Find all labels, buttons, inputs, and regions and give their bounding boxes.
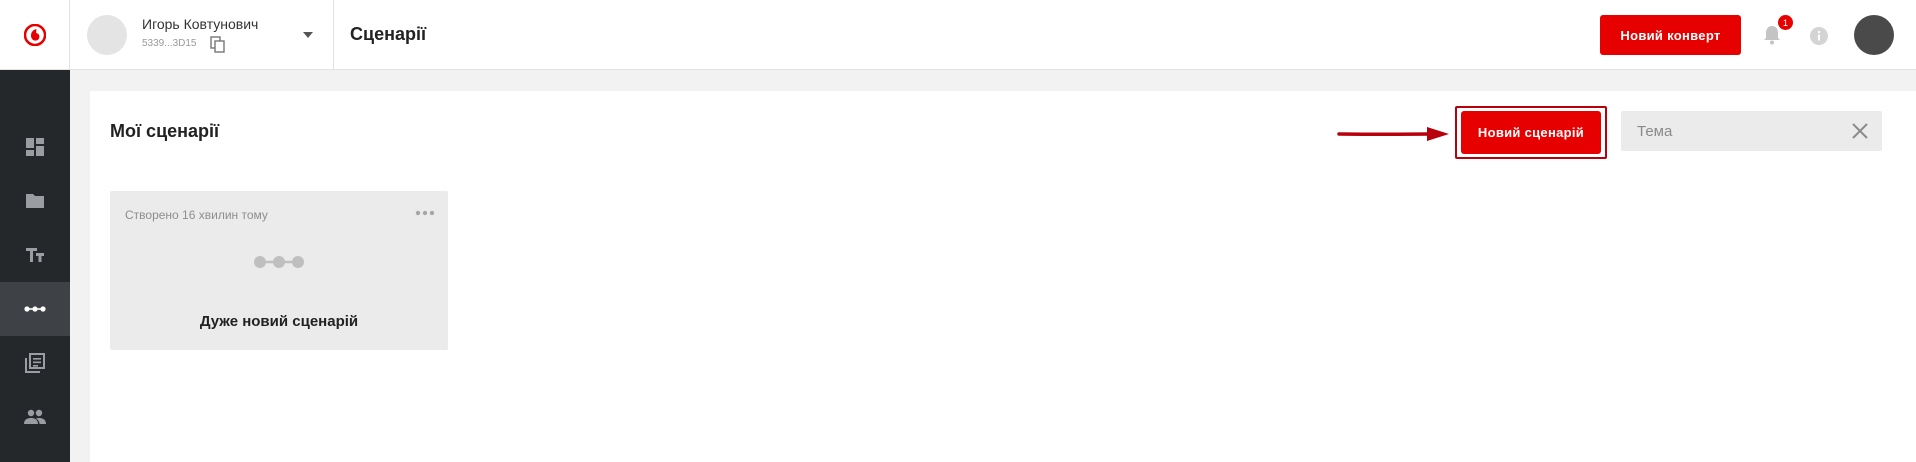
card-title: Дуже новий сценарій xyxy=(199,313,359,330)
people-icon xyxy=(24,409,46,424)
section-title: Мої сценарії xyxy=(110,121,220,141)
folder-icon xyxy=(26,194,44,208)
topic-search xyxy=(1621,111,1882,151)
page-title: Сценарії xyxy=(350,24,427,44)
account-name: Игорь Ковтунович xyxy=(142,16,259,32)
annotation-arrow xyxy=(1337,127,1449,141)
more-options-icon[interactable] xyxy=(415,210,435,216)
account-avatar xyxy=(87,15,127,55)
sidebar-item-contacts[interactable] xyxy=(0,390,70,444)
sidebar-item-templates[interactable] xyxy=(0,228,70,282)
sidebar-item-library[interactable] xyxy=(0,336,70,390)
scenarios-panel: Мої сценарії Новий сценарій Створено 16 … xyxy=(90,91,1916,462)
info-icon[interactable] xyxy=(1809,26,1829,46)
account-switcher[interactable]: Игорь Ковтунович 5339...3D15 xyxy=(70,0,334,70)
sidebar-item-scenarios[interactable] xyxy=(0,282,70,336)
library-icon xyxy=(25,353,45,373)
new-envelope-button[interactable]: Новий конверт xyxy=(1600,15,1741,55)
close-icon[interactable] xyxy=(1852,123,1868,139)
card-created-date: Створено 16 хвилин тому xyxy=(125,208,268,222)
topic-search-input[interactable] xyxy=(1621,111,1841,151)
copy-icon[interactable] xyxy=(210,36,226,54)
sidebar xyxy=(0,70,70,462)
vodafone-logo-icon xyxy=(23,24,46,46)
new-scenario-button[interactable]: Новий сценарій xyxy=(1461,111,1601,154)
vodafone-logo[interactable] xyxy=(0,0,70,70)
text-fields-icon xyxy=(26,248,44,262)
top-bar: Игорь Ковтунович 5339...3D15 Сценарії Но… xyxy=(0,0,1916,70)
scenario-icon xyxy=(254,256,304,268)
chevron-down-icon[interactable] xyxy=(302,31,314,39)
sidebar-item-dashboard[interactable] xyxy=(0,120,70,174)
dashboard-icon xyxy=(26,138,44,156)
user-avatar[interactable] xyxy=(1854,15,1894,55)
notification-badge: 1 xyxy=(1778,15,1793,30)
account-id: 5339...3D15 xyxy=(142,38,197,49)
scenario-icon xyxy=(24,306,46,312)
scenario-card[interactable]: Створено 16 хвилин тому Дуже новий сцена… xyxy=(110,191,448,350)
sidebar-item-documents[interactable] xyxy=(0,174,70,228)
